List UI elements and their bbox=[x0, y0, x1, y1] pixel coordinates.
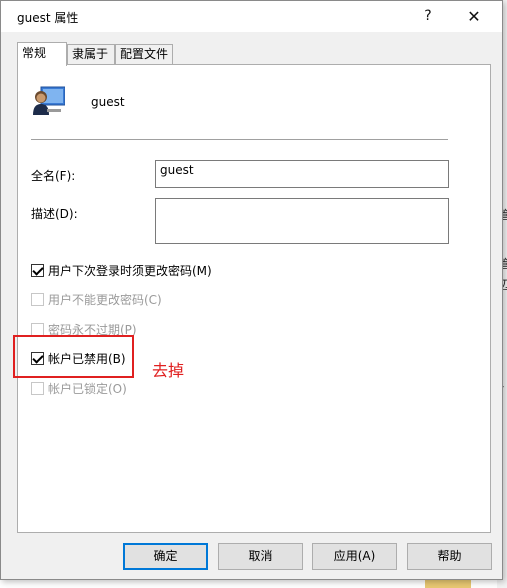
checkbox[interactable] bbox=[31, 263, 44, 277]
user-name: guest bbox=[91, 95, 125, 109]
description-field[interactable] bbox=[155, 198, 449, 244]
checkbox bbox=[31, 322, 44, 336]
option-label: 用户下次登录时须更改密码(M) bbox=[48, 263, 212, 278]
annotation-highlight-box bbox=[13, 335, 134, 378]
cancel-button[interactable]: 取消 bbox=[218, 543, 303, 570]
option-account-locked: 帐户已锁定(O) bbox=[31, 380, 127, 396]
user-icon bbox=[33, 86, 65, 115]
fullname-label: 全名(F): bbox=[31, 169, 76, 183]
tab-member-of[interactable]: 隶属于 bbox=[67, 44, 115, 64]
tab-general[interactable]: 常规 bbox=[17, 42, 67, 66]
option-label: 用户不能更改密码(C) bbox=[48, 292, 162, 307]
close-icon[interactable]: ✕ bbox=[452, 1, 496, 32]
help-icon[interactable]: ? bbox=[406, 1, 450, 32]
description-label: 描述(D): bbox=[31, 207, 78, 221]
separator bbox=[31, 139, 448, 140]
option-must-change-password[interactable]: 用户下次登录时须更改密码(M) bbox=[31, 262, 212, 278]
option-cannot-change-password: 用户不能更改密码(C) bbox=[31, 291, 162, 307]
properties-dialog: guest 属性 ? ✕ 常规 隶属于 配置文件 guest 全名(F): gu… bbox=[0, 0, 503, 580]
ok-button[interactable]: 确定 bbox=[123, 543, 208, 570]
apply-button[interactable]: 应用(A) bbox=[312, 543, 397, 570]
checkbox bbox=[31, 381, 44, 395]
title-bar: guest 属性 ? ✕ bbox=[1, 1, 502, 32]
window-title: guest 属性 bbox=[17, 11, 79, 25]
option-label: 帐户已锁定(O) bbox=[48, 381, 127, 396]
annotation-text: 去掉 bbox=[152, 361, 185, 380]
checkbox bbox=[31, 292, 44, 306]
help-button[interactable]: 帮助 bbox=[407, 543, 492, 570]
tab-profile[interactable]: 配置文件 bbox=[115, 44, 173, 64]
fullname-field[interactable]: guest bbox=[155, 160, 449, 188]
